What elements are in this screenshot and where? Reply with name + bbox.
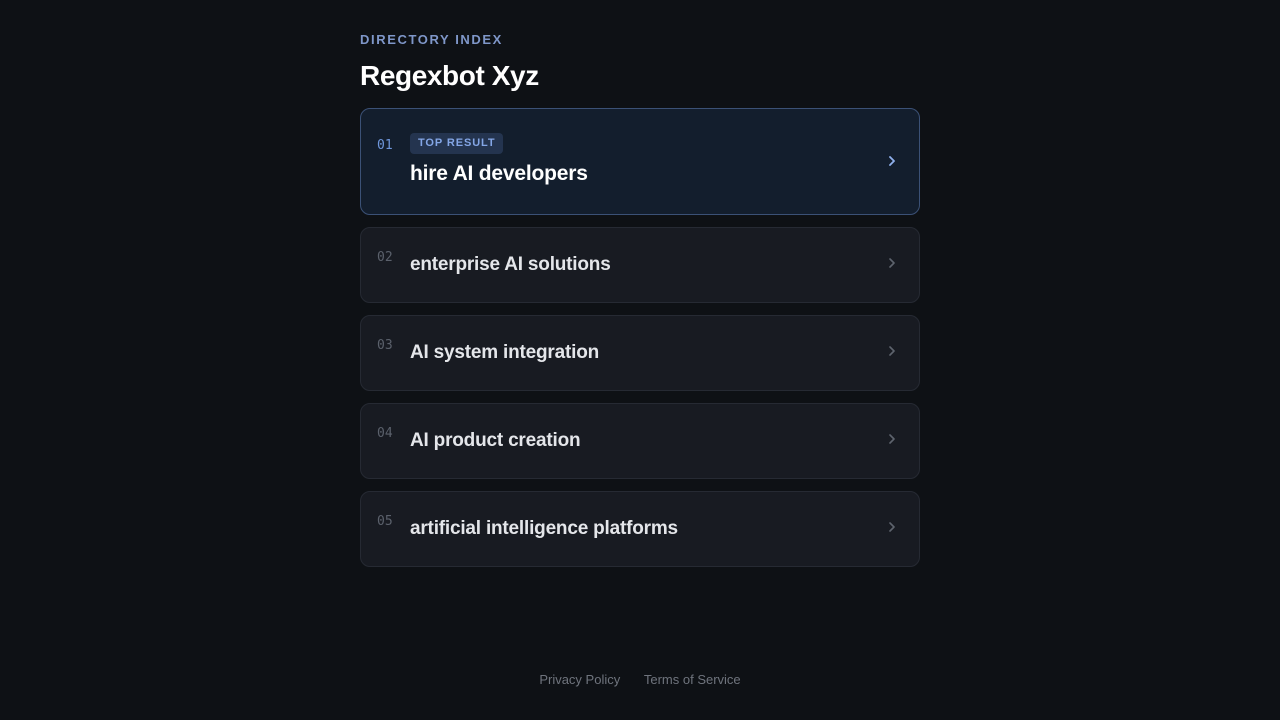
result-card-3[interactable]: 03 AI system integration: [360, 315, 920, 391]
result-card-1[interactable]: 01 TOP RESULT hire AI developers: [360, 108, 920, 215]
chevron-right-icon: [885, 154, 899, 168]
top-result-badge: TOP RESULT: [410, 133, 504, 154]
result-number: 04: [377, 426, 393, 441]
results-list: 01 TOP RESULT hire AI developers 02 ente…: [360, 108, 920, 567]
result-card-4[interactable]: 04 AI product creation: [360, 403, 920, 479]
result-label: AI system integration: [410, 342, 600, 363]
eyebrow-label: DIRECTORY INDEX: [360, 32, 503, 47]
result-card-5[interactable]: 05 artificial intelligence platforms: [360, 491, 920, 567]
chevron-right-icon: [885, 520, 899, 534]
result-label: artificial intelligence platforms: [410, 518, 678, 539]
result-number: 03: [377, 338, 393, 353]
chevron-right-icon: [885, 432, 899, 446]
page: DIRECTORY INDEX Regexbot Xyz 01 TOP RESU…: [0, 0, 1280, 720]
footer: Privacy Policy Terms of Service: [0, 672, 1280, 688]
result-label: enterprise AI solutions: [410, 254, 611, 275]
page-title: Regexbot Xyz: [360, 60, 539, 91]
directory-container: DIRECTORY INDEX Regexbot Xyz 01 TOP RESU…: [360, 32, 920, 579]
chevron-right-icon: [885, 256, 899, 270]
result-label: hire AI developers: [410, 162, 588, 185]
result-label: AI product creation: [410, 430, 581, 451]
result-number: 02: [377, 250, 393, 265]
result-number: 05: [377, 514, 393, 529]
chevron-right-icon: [885, 344, 899, 358]
privacy-policy-link[interactable]: Privacy Policy: [539, 672, 620, 687]
result-number: 01: [377, 138, 393, 153]
terms-of-service-link[interactable]: Terms of Service: [644, 672, 741, 687]
result-card-2[interactable]: 02 enterprise AI solutions: [360, 227, 920, 303]
